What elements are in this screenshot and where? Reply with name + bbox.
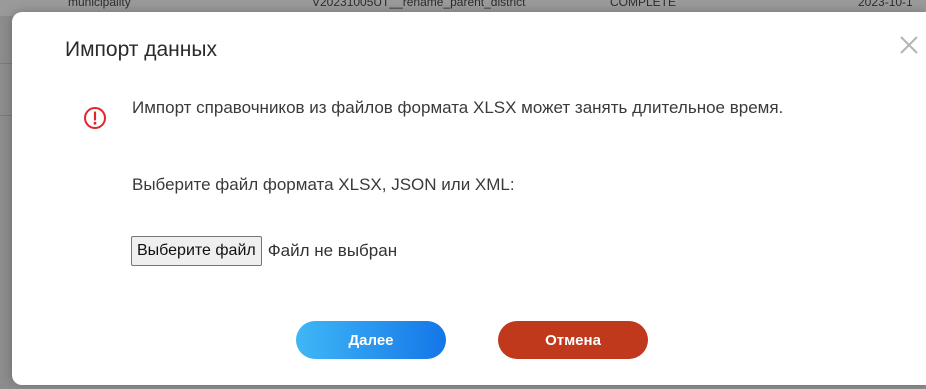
exclamation-circle-icon	[84, 107, 106, 129]
background-cell: 2023-10-1	[858, 0, 913, 9]
dialog-title: Импорт данных	[65, 38, 217, 61]
background-cell: V20231005UT__rename_parent_district	[312, 0, 526, 9]
close-icon[interactable]	[896, 32, 922, 58]
file-instruction: Выберите файл формата XLSX, JSON или XML…	[132, 175, 515, 194]
next-button[interactable]: Далее	[296, 321, 446, 359]
background-table-edge	[0, 16, 12, 389]
import-dialog: Импорт данных Импорт справочников из фай…	[12, 12, 926, 385]
choose-file-button[interactable]: Выберите файл	[131, 236, 262, 266]
file-status: Файл не выбран	[267, 241, 398, 260]
background-cell: municipality	[68, 0, 131, 9]
file-input: Выберите файл Файл не выбран	[131, 236, 397, 266]
background-divider	[0, 115, 12, 116]
background-divider	[0, 63, 12, 64]
cancel-button[interactable]: Отмена	[498, 321, 648, 359]
background-cell: COMPLETE	[610, 0, 677, 9]
warning-message: Импорт справочников из файлов формата XL…	[132, 98, 784, 117]
